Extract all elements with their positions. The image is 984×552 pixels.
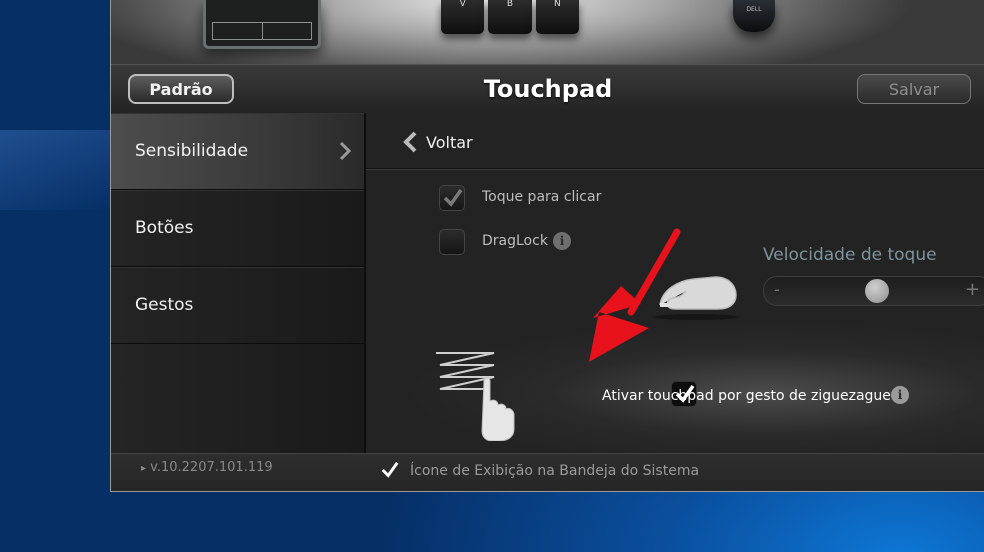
desktop-background [0,130,110,210]
sidebar-item-gestos[interactable]: Gestos [111,267,364,344]
info-icon[interactable]: i [553,232,571,250]
sidebar-item-label: Sensibilidade [135,141,249,161]
sidebar-item-botoes[interactable]: Botões [111,190,364,267]
zigzag-gesture-icon [436,352,515,441]
page-title: Touchpad [483,75,613,103]
chevron-left-icon [403,131,417,153]
slider-plus: + [964,279,980,300]
title-bar: Padrão Touchpad Salvar [111,64,984,114]
slider-minus: - [774,280,780,299]
caret-right-icon: ▸ [141,463,147,474]
checkmark-icon [443,188,463,207]
draglock-label: DragLock [482,233,548,249]
draglock-checkbox[interactable] [439,229,465,255]
tray-icon-checkbox[interactable] [380,460,402,482]
tap-hand-icon [654,276,738,320]
settings-panel: Voltar Toque para clicar DragLock i Velo… [366,113,984,453]
mouse-brand-logo: DELL [746,6,762,13]
device-banner: V B N DELL [111,0,984,64]
chevron-right-icon [339,141,352,161]
mouse-device-image: DELL [733,0,775,32]
speed-title: Velocidade de toque [763,245,937,265]
keyboard-device-image: V B N [441,0,579,34]
back-label: Voltar [426,132,473,152]
sidebar: Sensibilidade Botões Gestos [111,113,366,453]
save-button[interactable]: Salvar [857,74,971,104]
sidebar-item-label: Gestos [135,295,194,315]
slider-knob[interactable] [865,279,889,303]
tap-to-click-checkbox[interactable] [439,185,465,211]
footer-bar: ▸ v.10.2207.101.119 Ícone de Exibição na… [111,453,984,491]
back-button[interactable]: Voltar [402,131,473,153]
touchpad-settings-window: V B N DELL Padrão Touchpad Salvar Sensib… [110,0,984,492]
key-v: V [441,0,485,34]
version-label: ▸ v.10.2207.101.119 [141,460,273,475]
checkmark-icon [381,461,399,478]
tap-to-click-label: Toque para clicar [482,189,602,205]
sidebar-item-sensibilidade[interactable]: Sensibilidade [111,113,364,190]
version-text: v.10.2207.101.119 [150,460,273,475]
zigzag-gesture-label: Ativar touchpad por gesto de ziguezague [602,388,891,404]
info-icon[interactable]: i [891,386,909,404]
key-b: B [488,0,532,34]
touchpad-device-image [203,0,321,49]
tray-icon-label: Ícone de Exibição na Bandeja do Sistema [410,463,700,479]
sidebar-item-label: Botões [135,218,194,238]
back-row: Voltar [366,113,984,169]
tap-speed-slider[interactable]: - + [763,276,984,306]
key-n: N [535,0,579,34]
